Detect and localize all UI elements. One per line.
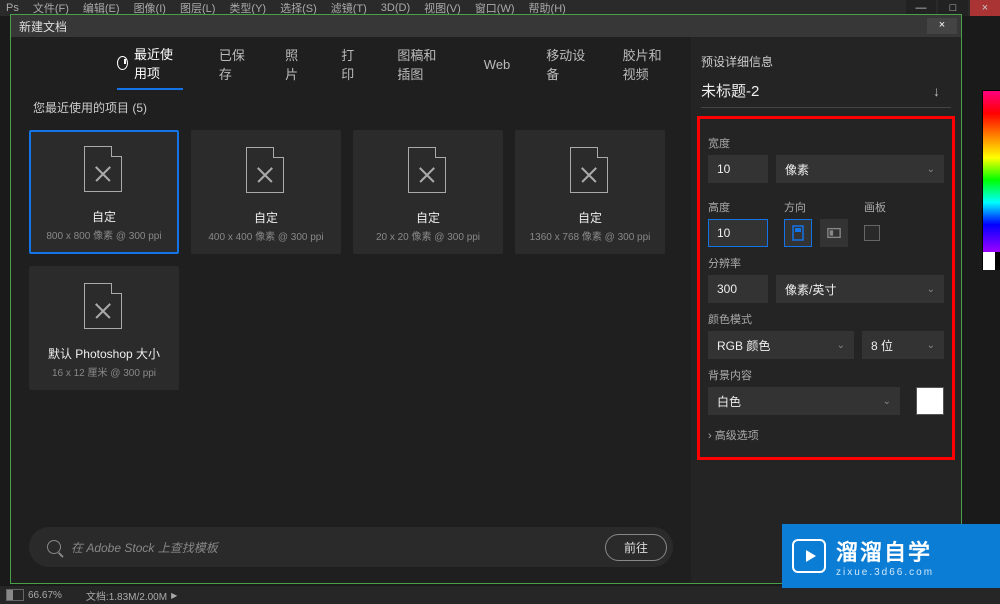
document-icon [246,147,286,195]
document-icon [84,283,124,331]
tab-recent[interactable]: 最近使用项 [117,44,183,90]
preset-item[interactable]: 自定 800 x 800 像素 @ 300 ppi [29,130,179,254]
chevron-down-icon: ⌄ [837,340,845,351]
preset-item[interactable]: 自定 1360 x 768 像素 @ 300 ppi [515,130,665,254]
window-close[interactable]: × [970,0,1000,16]
artboard-checkbox[interactable] [864,225,880,241]
preset-title: 默认 Photoshop 大小 [48,345,160,362]
chevron-down-icon: ⌄ [927,164,935,175]
resolution-label: 分辨率 [708,255,944,271]
watermark-url: zixue.3d66.com [836,567,934,578]
preset-title: 自定 [254,209,278,226]
preset-sub: 800 x 800 像素 @ 300 ppi [46,227,161,242]
tab-web[interactable]: Web [484,57,511,78]
play-icon [792,539,826,573]
width-unit-select[interactable]: 像素⌄ [776,155,944,183]
preset-title: 自定 [416,209,440,226]
watermark-brand: 溜溜自学 [836,535,934,567]
orientation-landscape-button[interactable] [820,219,848,247]
background-color-swatch[interactable] [916,387,944,415]
height-label: 高度 [708,199,768,215]
document-name-input[interactable]: 未标题-2 [701,80,759,101]
background-select[interactable]: 白色⌄ [708,387,900,415]
chevron-right-icon: ▶ [171,591,177,600]
highlight-annotation: 宽度 10 像素⌄ 高度 10 方向 [697,116,955,460]
preset-sub: 400 x 400 像素 @ 300 ppi [208,228,323,243]
chevron-down-icon: ⌄ [927,340,935,351]
status-icon [6,589,24,601]
preset-sub: 1360 x 768 像素 @ 300 ppi [530,228,651,243]
adobe-stock-search: 在 Adobe Stock 上查找模板 前往 [29,527,673,567]
preset-item[interactable]: 自定 400 x 400 像素 @ 300 ppi [191,130,341,254]
color-picker-strip[interactable] [982,90,1000,270]
tab-print[interactable]: 打印 [341,45,361,89]
color-mode-select[interactable]: RGB 颜色⌄ [708,331,854,359]
tab-saved[interactable]: 已保存 [219,45,249,89]
document-icon [570,147,610,195]
dialog-title: 新建文档 [19,18,67,35]
menu-3d[interactable]: 3D(D) [381,2,410,14]
preset-sub: 20 x 20 像素 @ 300 ppi [376,228,480,243]
preset-sub: 16 x 12 厘米 @ 300 ppi [52,364,156,379]
document-size[interactable]: 文档:1.83M/2.00M [86,588,167,603]
chevron-down-icon: ⌄ [883,396,891,407]
height-input[interactable]: 10 [708,219,768,247]
new-document-dialog: 新建文档 × 最近使用项 已保存 照片 打印 图稿和插图 Web 移动设备 胶片… [10,14,962,584]
left-pane: 最近使用项 已保存 照片 打印 图稿和插图 Web 移动设备 胶片和视频 您最近… [11,37,691,583]
preset-grid: 自定 800 x 800 像素 @ 300 ppi 自定 400 x 400 像… [29,130,673,390]
app-logo: Ps [6,2,19,14]
dialog-title-bar: 新建文档 × [11,15,961,37]
advanced-options-toggle[interactable]: 高级选项 [708,427,944,443]
document-icon [408,147,448,195]
preset-title: 自定 [578,209,602,226]
details-heading: 预设详细信息 [701,53,951,70]
preset-title: 自定 [92,208,116,225]
resolution-input[interactable]: 300 [708,275,768,303]
category-tabs: 最近使用项 已保存 照片 打印 图稿和插图 Web 移动设备 胶片和视频 [29,43,673,91]
recent-items-label: 您最近使用的项目 (5) [33,99,673,116]
tab-recent-label: 最近使用项 [134,44,183,82]
width-label: 宽度 [708,135,944,151]
status-bar: 66.67% 文档:1.83M/2.00M ▶ [0,586,1000,604]
artboard-label: 画板 [864,199,886,215]
width-input[interactable]: 10 [708,155,768,183]
save-preset-icon[interactable] [933,83,951,99]
orientation-label: 方向 [784,199,848,215]
chevron-down-icon: ⌄ [927,284,935,295]
stock-go-button[interactable]: 前往 [605,534,667,561]
preset-details-pane: 预设详细信息 未标题-2 宽度 10 像素⌄ 高度 10 [691,37,961,583]
tab-photo[interactable]: 照片 [285,45,305,89]
watermark-overlay: 溜溜自学 zixue.3d66.com [782,524,1000,588]
background-label: 背景内容 [708,367,944,383]
color-mode-label: 颜色模式 [708,311,944,327]
tab-art[interactable]: 图稿和插图 [397,45,447,89]
tab-film[interactable]: 胶片和视频 [623,45,673,89]
recent-icon [117,56,128,70]
resolution-unit-select[interactable]: 像素/英寸⌄ [776,275,944,303]
preset-item[interactable]: 自定 20 x 20 像素 @ 300 ppi [353,130,503,254]
zoom-level[interactable]: 66.67% [28,590,62,601]
document-icon [84,146,124,194]
bit-depth-select[interactable]: 8 位⌄ [862,331,944,359]
orientation-portrait-button[interactable] [784,219,812,247]
dialog-close-button[interactable]: × [927,18,957,34]
preset-item[interactable]: 默认 Photoshop 大小 16 x 12 厘米 @ 300 ppi [29,266,179,390]
tab-mobile[interactable]: 移动设备 [546,45,586,89]
stock-search-input[interactable]: 在 Adobe Stock 上查找模板 [71,539,605,556]
search-icon [47,540,61,554]
